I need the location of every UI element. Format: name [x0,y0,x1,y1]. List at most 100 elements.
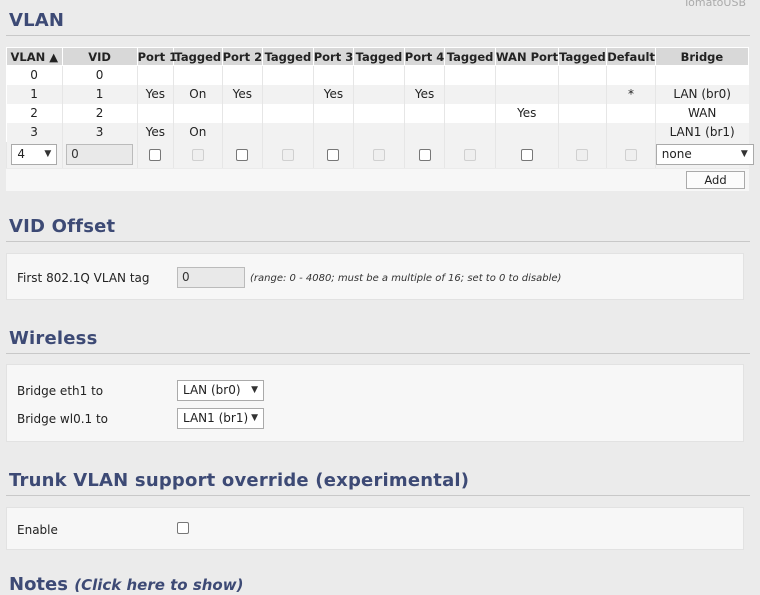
port2-checkbox[interactable] [236,149,249,161]
col-header-tagged2[interactable]: Tagged [262,47,314,66]
table-cell [403,65,445,85]
chevron-down-icon: ▼ [251,385,258,395]
default-checkbox[interactable] [624,149,637,161]
col-header-tagged1[interactable]: Tagged [173,47,223,66]
table-cell [173,103,223,123]
table-cell [312,122,354,142]
table-cell [262,122,314,142]
port3-tagged-checkbox[interactable] [372,149,385,161]
table-cell [654,65,749,85]
trunk-enable-label: Enable [17,523,58,537]
table-cell: 1 [61,84,138,104]
table-cell [494,65,559,85]
port1-checkbox[interactable] [149,149,162,161]
table-cell [136,65,174,85]
port4-tagged-checkbox[interactable] [464,149,477,161]
port1-tagged-checkbox[interactable] [191,149,204,161]
table-cell [494,122,559,142]
table-cell: 0 [30,68,38,83]
table-cell [353,122,405,142]
notes-title: Notes [9,574,68,595]
table-cell [173,65,223,85]
table-cell [494,84,559,104]
bridge-eth1-select[interactable]: LAN (br0) ▼ [177,380,264,401]
table-row[interactable]: 0 0 [7,65,749,85]
table-cell [557,65,607,85]
table-cell: Yes [221,84,263,104]
table-cell [606,65,656,85]
table-cell [221,65,263,85]
table-cell: 1 [6,84,63,104]
table-cell [403,122,445,142]
bridge-wl01-select[interactable]: LAN1 (br1) ▼ [177,408,264,429]
notes-section: Notes (Click here to show) [9,574,243,595]
wireless-section-title: Wireless [9,328,98,349]
col-header-vlan[interactable]: VLAN ▲ [6,47,63,66]
bridge-wl01-value: LAN1 (br1) [183,411,249,425]
table-cell [262,65,314,85]
table-cell [353,84,405,104]
col-header-port3[interactable]: Port 3 [312,47,355,66]
table-cell: 3 [6,122,63,142]
bridge-eth1-value: LAN (br0) [183,383,241,397]
col-header-port4[interactable]: Port 4 [403,47,446,66]
table-cell [353,65,405,85]
vlan-table: VLAN ▲ VID Port 1 Tagged Port 2 Tagged P… [6,47,754,168]
table-cell [557,122,607,142]
port2-tagged-checkbox[interactable] [281,149,294,161]
add-button[interactable]: Add [686,171,745,189]
col-header-tagged4[interactable]: Tagged [444,47,496,66]
wan-port-checkbox[interactable] [520,149,533,161]
new-vlan-row: 4 ▼ 0 none ▼ [6,141,754,168]
table-row[interactable]: 3 3 Yes On LAN1 (br1) [6,122,749,142]
brand-label: TomatoUSB [683,0,746,9]
table-cell: WAN [654,103,749,123]
table-cell: 3 [61,122,138,142]
col-header-vid[interactable]: VID [61,47,138,66]
col-header-tagged-wan[interactable]: Tagged [557,47,608,66]
table-cell [557,103,607,123]
table-cell: On [173,122,223,142]
add-row: Add [6,169,749,191]
table-cell: * [606,84,656,104]
bridge-eth1-label: Bridge eth1 to [17,384,104,398]
table-row[interactable]: 2 2 Yes WAN [7,103,749,123]
table-cell [353,103,405,123]
trunk-enable-checkbox[interactable] [177,522,189,534]
table-cell: LAN1 (br1) [654,122,749,142]
col-header-wan-port[interactable]: WAN Port [494,47,559,66]
table-cell [262,84,314,104]
col-header-default[interactable]: Default [606,47,656,66]
trunk-section-divider [6,495,750,496]
table-cell [262,103,314,123]
bridge-wl01-label: Bridge wl0.1 to [17,412,109,426]
port4-checkbox[interactable] [418,149,431,161]
vid-offset-hint: (range: 0 - 4080; must be a multiple of … [250,273,562,284]
wan-tagged-checkbox[interactable] [576,149,589,161]
new-vlan-select[interactable]: 4 ▼ [11,144,58,165]
table-cell [606,103,656,123]
table-cell: On [173,84,223,104]
table-cell [136,103,174,123]
new-vlan-select-value: 4 [17,147,25,161]
new-bridge-select[interactable]: none ▼ [655,144,754,165]
port3-checkbox[interactable] [327,149,340,161]
col-header-port2[interactable]: Port 2 [221,47,264,66]
table-cell: Yes [312,84,354,104]
table-cell [312,103,354,123]
trunk-section-title: Trunk VLAN support override (experimenta… [9,470,470,491]
col-header-port1[interactable]: Port 1 [136,47,177,66]
table-row[interactable]: 1 1 Yes On Yes Yes Yes * LAN (br0) [6,84,749,104]
col-header-tagged3[interactable]: Tagged [353,47,405,66]
col-header-bridge[interactable]: Bridge [654,47,750,66]
new-vid-input[interactable]: 0 [66,144,134,165]
table-cell [444,122,496,142]
vid-offset-section-title: VID Offset [9,216,116,237]
vid-offset-input[interactable]: 0 [177,267,245,288]
vlan-section-title: VLAN [9,10,65,31]
table-cell: 2 [61,103,138,123]
chevron-down-icon: ▼ [44,149,52,159]
table-cell: 0 [61,65,138,85]
vlan-section-divider [6,35,750,36]
notes-toggle-link[interactable]: (Click here to show) [74,576,243,594]
